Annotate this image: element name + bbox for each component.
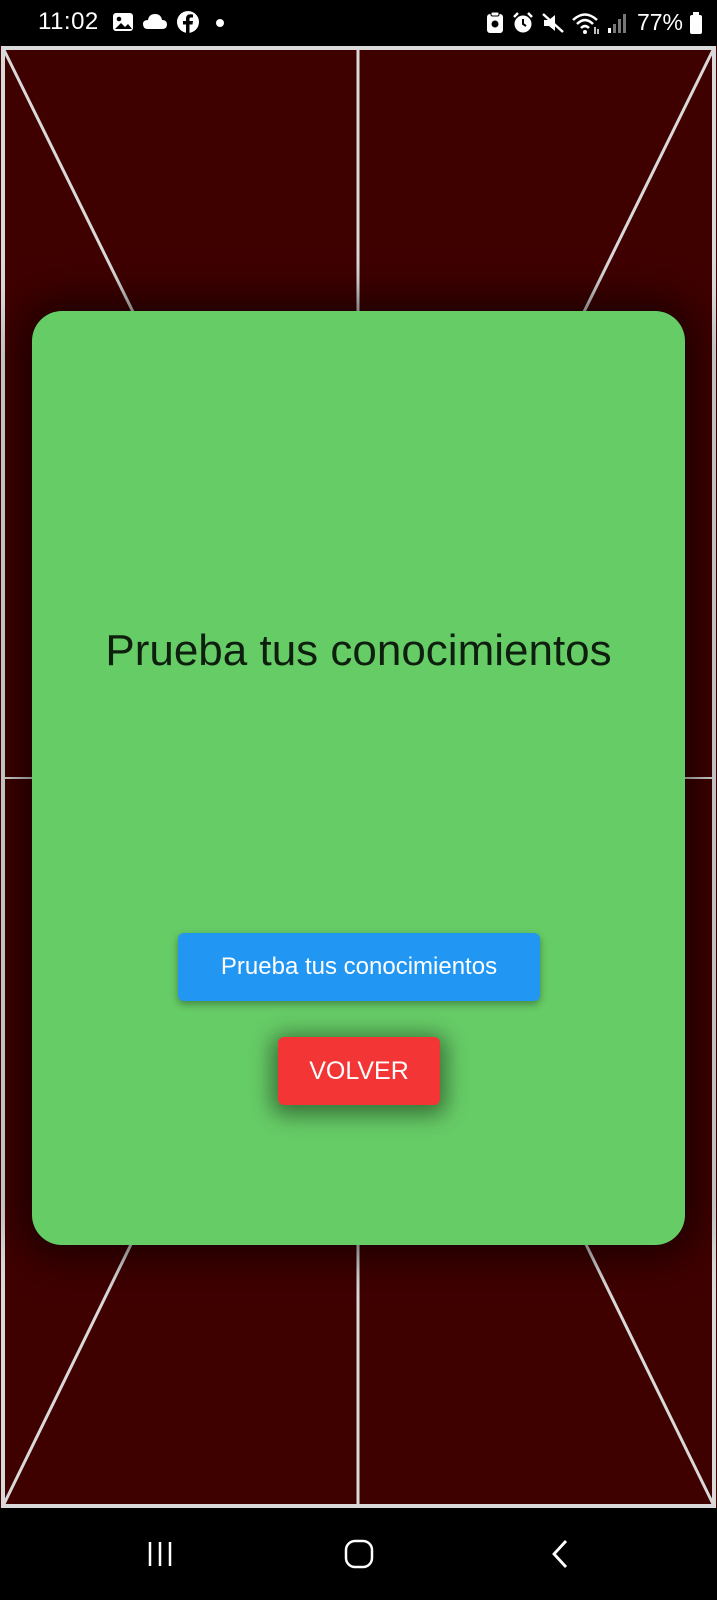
mute-icon [541, 11, 565, 35]
recent-apps-icon [145, 1539, 175, 1569]
wifi-icon [571, 11, 601, 35]
battery-percent: 77% [636, 9, 683, 35]
back-button[interactable]: VOLVER [278, 1037, 440, 1105]
screen: 11:02 77% Prueba tus conocimientos Prueb… [0, 0, 717, 1600]
status-right-icons: 77% [485, 9, 703, 36]
back-icon [548, 1538, 572, 1570]
signal-icon [607, 12, 627, 34]
gallery-icon [112, 11, 134, 33]
battery-icon [689, 11, 703, 35]
home-button[interactable] [337, 1534, 381, 1574]
facebook-icon [176, 10, 200, 34]
cloud-icon [142, 12, 168, 32]
recent-apps-button[interactable] [138, 1534, 182, 1574]
status-left-icons [112, 10, 228, 34]
quiz-card: Prueba tus conocimientos Prueba tus cono… [32, 311, 685, 1245]
home-icon [343, 1538, 375, 1570]
status-bar: 11:02 77% [0, 0, 717, 46]
navigation-bar [0, 1508, 717, 1600]
card-title: Prueba tus conocimientos [105, 626, 612, 675]
start-quiz-button[interactable]: Prueba tus conocimientos [178, 933, 540, 1001]
alarm-icon [511, 11, 535, 35]
status-time: 11:02 [38, 8, 99, 35]
dot-icon [208, 12, 228, 32]
nav-back-button[interactable] [538, 1534, 582, 1574]
clipboard-icon [485, 11, 505, 35]
